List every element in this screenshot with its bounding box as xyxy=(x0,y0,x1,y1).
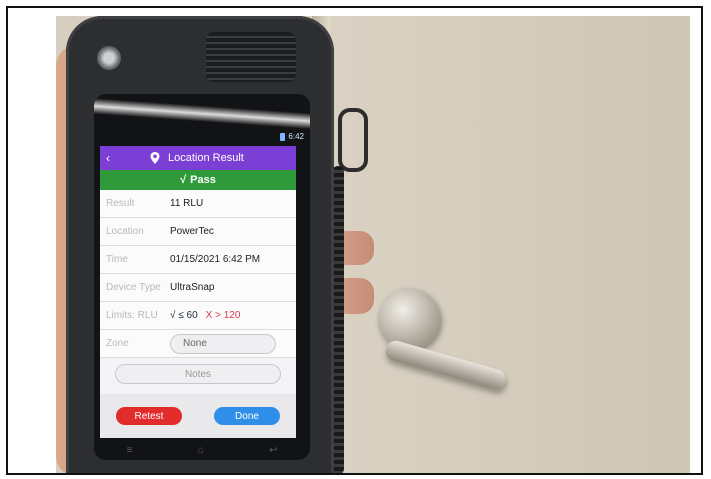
location-label: Location xyxy=(106,226,144,237)
result-status-banner: √ Pass xyxy=(100,170,296,190)
camera-lens xyxy=(97,46,121,70)
home-icon[interactable]: ⌂ xyxy=(198,445,204,456)
pass-limit: √ ≤ 60 xyxy=(170,310,198,321)
lanyard-ring xyxy=(338,108,368,172)
detail-row-zone: Zone None xyxy=(100,330,296,358)
zone-select[interactable]: None xyxy=(170,333,276,354)
device-type-label: Device Type xyxy=(106,282,161,293)
location-value: PowerTec xyxy=(170,226,214,237)
battery-icon xyxy=(280,132,286,141)
fail-limit: X > 120 xyxy=(205,310,241,321)
door-handle-lever xyxy=(383,338,508,392)
detail-row-result: Result 11 RLU xyxy=(100,190,296,218)
detail-row-time: Time 01/15/2021 6:42 PM xyxy=(100,246,296,274)
speaker-grille xyxy=(206,32,296,82)
notes-field[interactable]: Notes xyxy=(115,364,281,384)
photo-frame: 6:42 ‹ Location Result √ Pass Result 11 … xyxy=(6,6,703,475)
limits-values: √ ≤ 60 X > 120 xyxy=(170,310,240,321)
map-pin-icon xyxy=(150,152,160,164)
limits-label: Limits: RLU xyxy=(106,310,158,321)
time-value: 01/15/2021 6:42 PM xyxy=(170,254,261,265)
status-bar: 6:42 xyxy=(280,132,304,141)
time-label: Time xyxy=(106,254,128,265)
title-bar: ‹ Location Result xyxy=(100,146,296,170)
door-handle-rose xyxy=(378,288,440,350)
menu-icon[interactable]: ≡ xyxy=(127,445,133,456)
device-type-value: UltraSnap xyxy=(170,282,215,293)
zone-label: Zone xyxy=(106,338,129,349)
result-label: Result xyxy=(106,198,135,209)
device-screen: 6:42 ‹ Location Result √ Pass Result 11 … xyxy=(94,94,310,460)
check-icon: √ xyxy=(180,174,187,186)
detail-row-device-type: Device Type UltraSnap xyxy=(100,274,296,302)
notes-row: Notes xyxy=(100,358,296,390)
action-bar: Retest Done xyxy=(100,394,296,438)
detail-row-limits: Limits: RLU √ ≤ 60 X > 120 xyxy=(100,302,296,330)
handheld-device: 6:42 ‹ Location Result √ Pass Result 11 … xyxy=(66,16,334,473)
detail-row-location: Location PowerTec xyxy=(100,218,296,246)
photo-scene: 6:42 ‹ Location Result √ Pass Result 11 … xyxy=(56,16,690,473)
status-time: 6:42 xyxy=(288,132,304,141)
android-nav-bar: ≡ ⌂ ↩ xyxy=(94,440,310,460)
result-status-text: Pass xyxy=(190,174,216,186)
screen-glare xyxy=(94,97,310,131)
result-value: 11 RLU xyxy=(170,198,204,209)
retest-button[interactable]: Retest xyxy=(116,407,182,425)
location-result-screen: ‹ Location Result √ Pass Result 11 RLU L… xyxy=(100,146,296,438)
done-button[interactable]: Done xyxy=(214,407,280,425)
back-icon[interactable]: ↩ xyxy=(269,445,277,456)
page-title: Location Result xyxy=(168,152,244,164)
chevron-left-icon[interactable]: ‹ xyxy=(106,151,118,165)
